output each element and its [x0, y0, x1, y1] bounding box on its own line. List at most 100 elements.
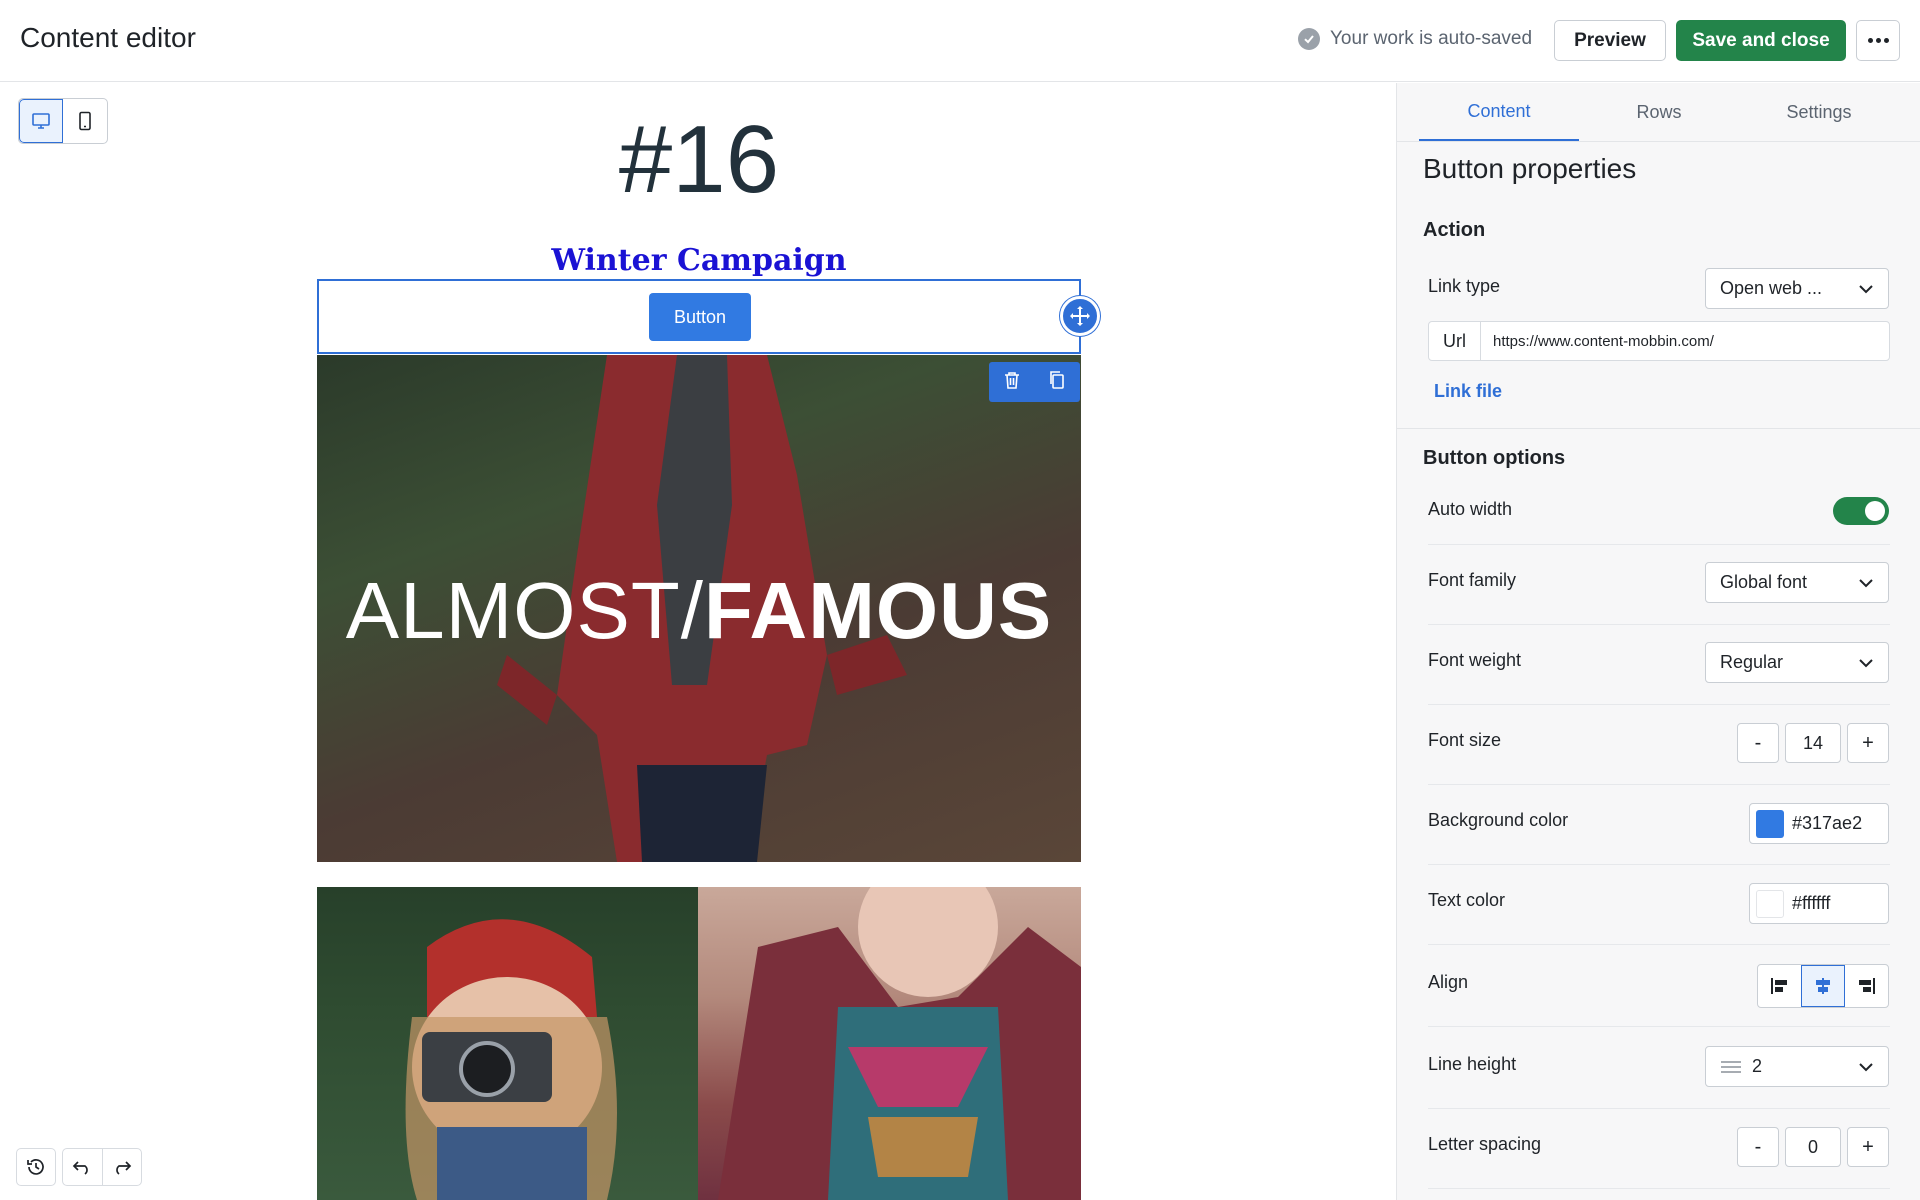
check-circle-icon [1298, 28, 1320, 50]
hero-title-bold: FAMOUS [703, 566, 1053, 655]
letter-spacing-value[interactable]: 0 [1785, 1127, 1841, 1167]
photo-camera[interactable] [317, 887, 698, 1200]
chevron-down-icon [1859, 658, 1873, 667]
mobile-view-button[interactable] [63, 99, 107, 143]
align-center-icon [1816, 978, 1830, 994]
letter-spacing-decrement-button[interactable]: - [1737, 1127, 1779, 1167]
align-center-button[interactable] [1801, 965, 1845, 1007]
undo-button[interactable] [63, 1149, 102, 1185]
url-field[interactable]: Url [1428, 321, 1890, 361]
row-divider [1428, 944, 1890, 945]
line-height-label: Line height [1428, 1054, 1517, 1074]
more-options-button[interactable] [1856, 20, 1900, 61]
selected-button-block[interactable]: Button [317, 279, 1081, 354]
chevron-down-icon [1859, 578, 1873, 587]
background-color-field[interactable]: #317ae2 [1749, 803, 1889, 844]
link-type-select[interactable]: Open web ... [1705, 268, 1889, 309]
hero-image[interactable]: ALMOST/FAMOUS [317, 355, 1081, 862]
font-weight-select[interactable]: Regular [1705, 642, 1889, 683]
history-button[interactable] [16, 1148, 56, 1186]
section-divider [1397, 428, 1920, 429]
row-divider [1428, 1108, 1890, 1109]
autosave-status: Your work is auto-saved [1298, 28, 1532, 50]
auto-width-toggle[interactable] [1833, 497, 1889, 525]
tab-settings[interactable]: Settings [1739, 83, 1899, 141]
line-height-select[interactable]: 2 [1705, 1046, 1889, 1087]
row-divider [1428, 544, 1890, 545]
app-title: Content editor [20, 22, 196, 53]
desktop-icon [32, 113, 50, 129]
url-prefix: Url [1429, 322, 1481, 360]
autosave-text: Your work is auto-saved [1330, 28, 1533, 49]
chevron-down-icon [1859, 1062, 1873, 1071]
auto-width-label: Auto width [1428, 499, 1513, 519]
device-toggle [18, 98, 108, 144]
row-divider [1428, 624, 1890, 625]
copy-icon [1050, 370, 1065, 389]
row-divider [1428, 864, 1890, 865]
background-color-swatch[interactable] [1756, 809, 1784, 838]
undo-redo-group [62, 1148, 142, 1186]
redo-button[interactable] [101, 1149, 141, 1185]
action-section-title: Action [1423, 219, 1486, 241]
button-options-section-title: Button options [1423, 447, 1566, 469]
undo-icon [73, 1161, 89, 1175]
text-color-field[interactable]: #ffffff [1749, 883, 1889, 924]
row-divider [1428, 784, 1890, 785]
hero-title-slash: / [680, 566, 704, 655]
top-bar: Content editor Your work is auto-saved P… [0, 0, 1920, 82]
chevron-down-icon [1859, 284, 1873, 293]
font-size-value[interactable]: 14 [1785, 723, 1841, 763]
properties-panel: Content Rows Settings Button properties … [1396, 83, 1920, 1200]
save-and-close-button[interactable]: Save and close [1676, 20, 1846, 61]
row-divider [1428, 1188, 1890, 1189]
link-type-value: Open web ... [1720, 278, 1823, 298]
text-color-swatch[interactable] [1756, 889, 1784, 918]
row-toolbar [989, 362, 1080, 402]
font-family-label: Font family [1428, 570, 1517, 590]
tab-content[interactable]: Content [1419, 83, 1579, 141]
canvas-button[interactable]: Button [649, 293, 751, 341]
email-heading[interactable]: #16 [318, 105, 1080, 215]
font-family-value: Global font [1720, 572, 1808, 592]
link-type-label: Link type [1428, 276, 1501, 296]
preview-button[interactable]: Preview [1554, 20, 1666, 61]
delete-button[interactable] [1003, 370, 1021, 395]
desktop-view-button[interactable] [19, 99, 64, 143]
more-dots-icon [1867, 38, 1889, 43]
font-size-decrement-button[interactable]: - [1737, 723, 1779, 763]
letter-spacing-increment-button[interactable]: + [1847, 1127, 1889, 1167]
align-right-button[interactable] [1845, 965, 1888, 1007]
align-group [1757, 964, 1889, 1008]
font-family-select[interactable]: Global font [1705, 562, 1889, 603]
font-weight-label: Font weight [1428, 650, 1522, 670]
link-file-link[interactable]: Link file [1434, 381, 1502, 402]
hero-title: ALMOST/FAMOUS [317, 565, 1081, 657]
align-left-button[interactable] [1758, 965, 1801, 1007]
font-weight-value: Regular [1720, 652, 1784, 672]
background-color-label: Background color [1428, 810, 1569, 830]
font-size-increment-button[interactable]: + [1847, 723, 1889, 763]
background-color-value: #317ae2 [1792, 813, 1863, 833]
move-icon [1070, 306, 1090, 326]
campaign-title[interactable]: Winter Campaign [318, 243, 1080, 278]
duplicate-button[interactable] [1048, 370, 1066, 395]
panel-title: Button properties [1423, 153, 1637, 184]
font-size-stepper: - 14 + [1737, 723, 1889, 763]
align-left-icon [1770, 978, 1787, 994]
text-color-label: Text color [1428, 890, 1506, 910]
mobile-icon [79, 111, 91, 131]
hero-title-light: ALMOST [345, 566, 681, 655]
move-handle[interactable] [1060, 296, 1100, 336]
row-divider [1428, 704, 1890, 705]
tab-rows[interactable]: Rows [1579, 83, 1739, 141]
row-divider [1428, 1026, 1890, 1027]
tabs-divider [1397, 141, 1920, 142]
line-height-value: 2 [1752, 1056, 1763, 1076]
history-icon [27, 1159, 44, 1175]
photo-poncho[interactable] [698, 887, 1081, 1200]
url-input[interactable] [1481, 332, 1889, 350]
align-right-icon [1859, 978, 1876, 994]
trash-icon [1004, 371, 1019, 389]
redo-icon [116, 1161, 132, 1175]
